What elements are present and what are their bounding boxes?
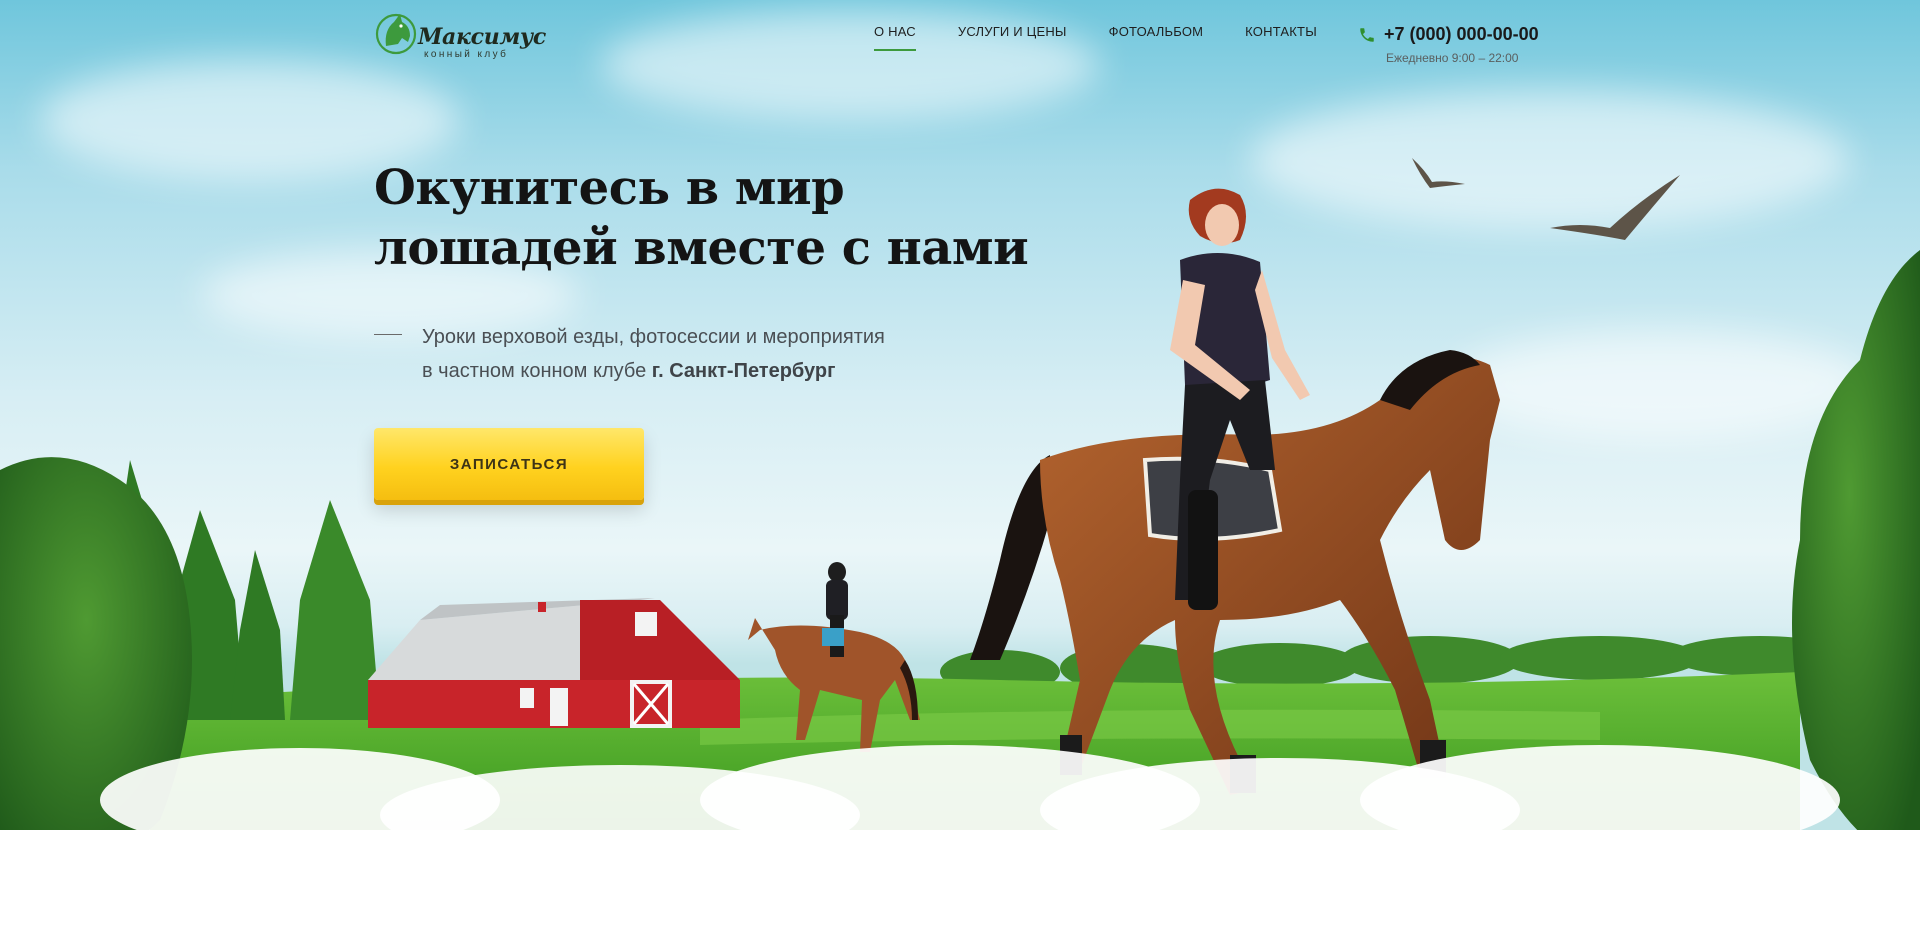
phone-icon	[1360, 27, 1374, 42]
hero-section: Максимус конный клуб О НАС УСЛУГИ И ЦЕНЫ…	[0, 0, 1920, 948]
brand-tagline: конный клуб	[424, 49, 509, 60]
landscape-illustration	[0, 158, 1920, 948]
subtitle-city: г. Санкт-Петербург	[651, 360, 836, 382]
nav-item-services[interactable]: УСЛУГИ И ЦЕНЫ	[958, 24, 1067, 51]
contact-block: +7 (000) 000-00-00 Ежедневно 9:00 – 22:0…	[1358, 24, 1539, 65]
subtitle-line-1: Уроки верховой езды, фотосессии и меропр…	[422, 326, 885, 348]
brand-logo[interactable]: Максимус конный клуб	[374, 8, 546, 60]
opening-hours: Ежедневно 9:00 – 22:00	[1386, 51, 1519, 65]
headline-line-1: Окунитесь в мир	[374, 160, 845, 216]
nav-item-contacts[interactable]: КОНТАКТЫ	[1245, 24, 1317, 51]
nav-item-about[interactable]: О НАС	[874, 24, 916, 51]
site-header: Максимус конный клуб О НАС УСЛУГИ И ЦЕНЫ…	[0, 0, 1920, 90]
subtitle-line-2-prefix: в частном конном клубе	[422, 360, 652, 382]
main-nav: О НАС УСЛУГИ И ЦЕНЫ ФОТОАЛЬБОМ КОНТАКТЫ	[874, 24, 1317, 51]
ground-mist	[0, 745, 1920, 948]
red-barn	[368, 598, 740, 728]
subtitle-line-2: в частном конном клубе г. Санкт-Петербур…	[422, 354, 994, 388]
nav-item-gallery[interactable]: ФОТОАЛЬБОМ	[1109, 24, 1204, 51]
subtitle-dash	[374, 334, 402, 335]
horse-head-icon	[375, 13, 417, 55]
headline-line-2: лошадей вместе с нами	[374, 220, 1029, 276]
right-bush	[1792, 250, 1920, 860]
signup-button[interactable]: ЗАПИСАТЬСЯ	[374, 428, 644, 500]
hero-headline: Окунитесь в мир лошадей вместе с нами	[374, 158, 1134, 278]
brand-name: Максимус	[418, 24, 546, 50]
phone-number-link[interactable]: +7 (000) 000-00-00	[1384, 24, 1539, 45]
birds	[1412, 158, 1680, 240]
hero-subtitle: Уроки верховой езды, фотосессии и меропр…	[374, 320, 994, 388]
